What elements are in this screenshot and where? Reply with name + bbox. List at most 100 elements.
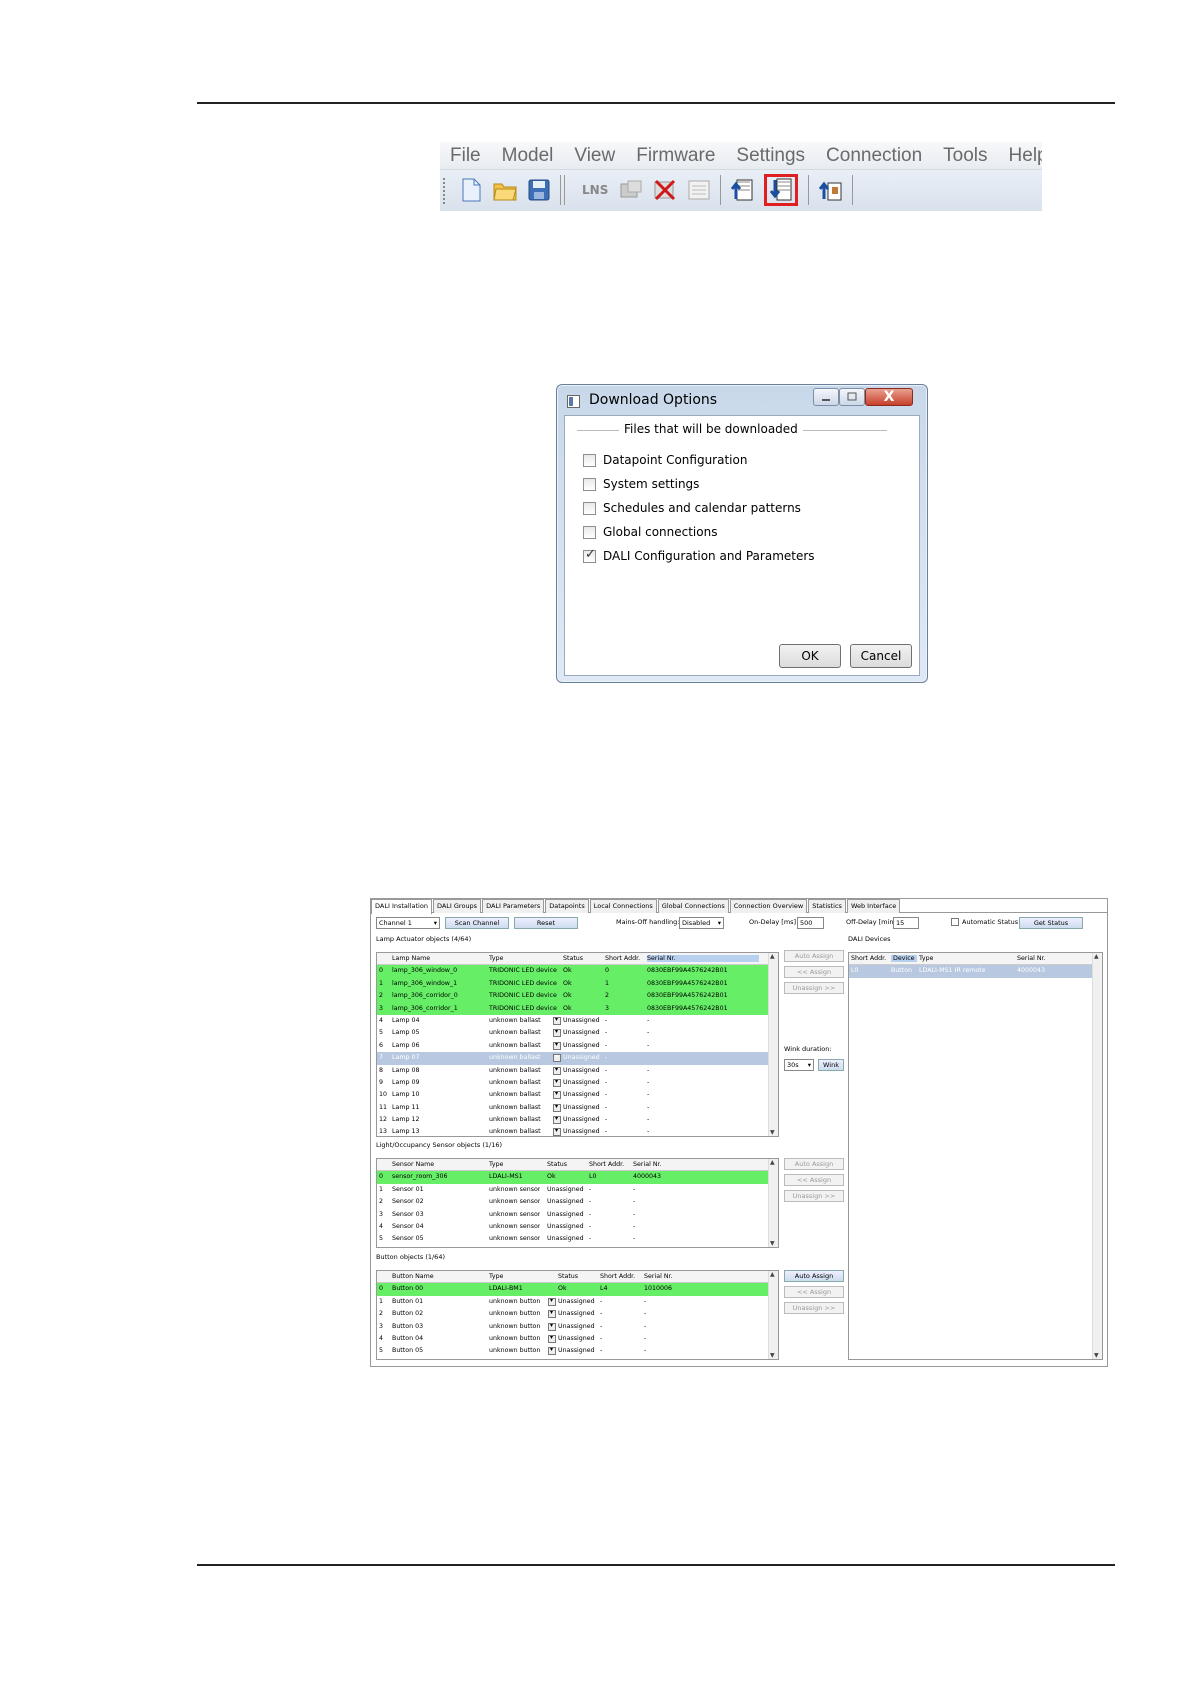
lamp-row[interactable]: 4 Lamp 04 unknown ballast Unassigned - - [377,1015,778,1027]
wink-duration-select[interactable]: 30s [784,1059,814,1071]
lamp-row[interactable]: 5 Lamp 05 unknown ballast Unassigned - - [377,1027,778,1039]
column-header[interactable]: Short Addr. [600,1273,635,1280]
type-dropdown-icon[interactable] [553,1054,561,1063]
download-icon[interactable] [764,174,798,206]
button-row[interactable]: 3 Button 03 unknown button Unassigned - - [377,1321,778,1333]
sensor-unassign-button[interactable]: Unassign >> [784,1190,844,1202]
sensor-assign-button[interactable]: << Assign [784,1174,844,1186]
lamp-row[interactable]: 11 Lamp 11 unknown ballast Unassigned - - [377,1102,778,1114]
tab-datapoints[interactable]: Datapoints [545,899,589,913]
type-dropdown-icon[interactable] [553,1091,561,1100]
button-row[interactable]: 2 Button 02 unknown button Unassigned - - [377,1308,778,1320]
device-row[interactable]: L0 Button LDALI-MS1 IR remote 4000043 [849,965,1102,978]
lns-icon[interactable]: LNS [582,177,610,203]
type-dropdown-icon[interactable] [553,1116,561,1125]
type-dropdown-icon[interactable] [548,1310,556,1319]
tab-statistics[interactable]: Statistics [808,899,846,913]
column-header[interactable]: Lamp Name [392,955,430,962]
column-header[interactable]: Serial Nr. [647,955,759,962]
vertical-scrollbar[interactable] [768,953,778,1136]
save-icon[interactable] [526,177,552,203]
lamp-row[interactable]: 10 Lamp 10 unknown ballast Unassigned - - [377,1089,778,1101]
option-system-settings[interactable]: System settings [583,477,699,491]
column-header[interactable]: Serial Nr. [644,1273,673,1280]
button-row[interactable]: 4 Button 04 unknown button Unassigned - - [377,1333,778,1345]
type-dropdown-icon[interactable] [553,1103,561,1112]
checkbox[interactable] [583,477,596,491]
option-global-connections[interactable]: Global connections [583,525,717,539]
list-icon[interactable] [686,177,712,203]
option-dali-configuration[interactable]: DALI Configuration and Parameters [583,547,815,563]
sensor-row[interactable]: 5 Sensor 05 unknown sensor Unassigned - - [377,1233,778,1245]
menu-model[interactable]: Model [502,145,554,167]
type-dropdown-icon[interactable] [553,1066,561,1075]
auto-assign-button[interactable]: Auto Assign [784,950,844,962]
upload-icon[interactable] [730,177,756,203]
sensor-row[interactable]: 4 Sensor 04 unknown sensor Unassigned - - [377,1221,778,1233]
column-header[interactable]: Button Name [392,1273,434,1280]
column-header[interactable]: Status [563,955,583,962]
type-dropdown-icon[interactable] [548,1297,556,1306]
sensor-row[interactable]: 0 sensor_room_306 LDALI-MS1 Ok L0 4000043 [377,1171,778,1184]
device-icon[interactable] [618,177,644,203]
close-button[interactable]: X [865,388,913,406]
column-header[interactable]: Short Addr. [851,955,886,962]
lamp-row[interactable]: 6 Lamp 06 unknown ballast Unassigned - - [377,1040,778,1052]
column-header[interactable]: Type [489,955,503,962]
sensor-row[interactable]: 1 Sensor 01 unknown sensor Unassigned - - [377,1184,778,1196]
new-file-icon[interactable] [458,177,484,203]
column-header[interactable]: Type [489,1161,503,1168]
maximize-button[interactable] [839,388,865,406]
column-header[interactable]: Serial Nr. [1017,955,1046,962]
type-dropdown-icon[interactable] [553,1128,561,1136]
automatic-status-option[interactable]: Automatic Status [951,918,1018,926]
option-datapoint-configuration[interactable]: Datapoint Configuration [583,453,747,467]
type-dropdown-icon[interactable] [553,1041,561,1050]
lamp-row[interactable]: 1 lamp_306_window_1 TRIDONIC LED device Ok 1… [377,977,778,991]
scan-channel-button[interactable]: Scan Channel [445,917,509,929]
off-delay-input[interactable]: 15 [893,917,919,929]
toolbar-grip[interactable] [443,178,445,204]
column-header[interactable]: Type [489,1273,503,1280]
checkbox[interactable] [583,525,596,539]
lamp-row[interactable]: 3 lamp_306_corridor_1 TRIDONIC LED device O… [377,1002,778,1015]
download-parameters-icon[interactable] [818,177,844,203]
ok-button[interactable]: OK [779,644,841,668]
column-header[interactable]: Short Addr. [605,955,640,962]
menu-file[interactable]: File [450,145,481,167]
button-auto-assign-button[interactable]: Auto Assign [784,1270,844,1282]
button-row[interactable]: 5 Button 05 unknown button Unassigned - - [377,1345,778,1357]
minimize-button[interactable] [813,388,839,406]
column-header[interactable]: Sensor Name [392,1161,434,1168]
get-status-button[interactable]: Get Status [1019,917,1083,929]
tab-connection-overview[interactable]: Connection Overview [729,899,808,913]
channel-select[interactable]: Channel 1 [376,917,440,929]
type-dropdown-icon[interactable] [548,1322,556,1331]
button-row[interactable]: 0 Button 00 LDALI-BM1 Ok L4 1010006 [377,1283,778,1296]
option-schedules[interactable]: Schedules and calendar patterns [583,501,801,515]
column-header[interactable]: Short Addr. [589,1161,624,1168]
checkbox-checked[interactable] [583,547,596,563]
sensor-auto-assign-button[interactable]: Auto Assign [784,1158,844,1170]
mains-off-select[interactable]: Disabled [679,917,724,929]
type-dropdown-icon[interactable] [553,1078,561,1087]
on-delay-input[interactable]: 500 [797,917,824,929]
reset-button[interactable]: Reset [514,917,578,929]
vertical-scrollbar[interactable] [768,1159,778,1247]
lamp-row[interactable]: 7 Lamp 07 unknown ballast Unassigned - [377,1052,778,1065]
column-header[interactable]: Device [891,955,917,962]
sensor-row[interactable]: 3 Sensor 03 unknown sensor Unassigned - - [377,1209,778,1221]
automatic-status-checkbox[interactable] [951,918,959,926]
lamp-row[interactable]: 0 lamp_306_window_0 TRIDONIC LED device Ok 0… [377,965,778,978]
tab-local-connections[interactable]: Local Connections [589,899,657,913]
tab-dali-installation[interactable]: DALI Installation [371,899,432,914]
menu-tools[interactable]: Tools [943,145,987,167]
menu-connection[interactable]: Connection [826,145,922,167]
vertical-scrollbar[interactable] [768,1271,778,1359]
delete-icon[interactable] [652,177,678,203]
column-header[interactable]: Type [919,955,933,962]
open-folder-icon[interactable] [492,177,518,203]
menu-firmware[interactable]: Firmware [636,145,715,167]
column-header[interactable]: Serial Nr. [633,1161,662,1168]
unassign-button[interactable]: Unassign >> [784,982,844,994]
